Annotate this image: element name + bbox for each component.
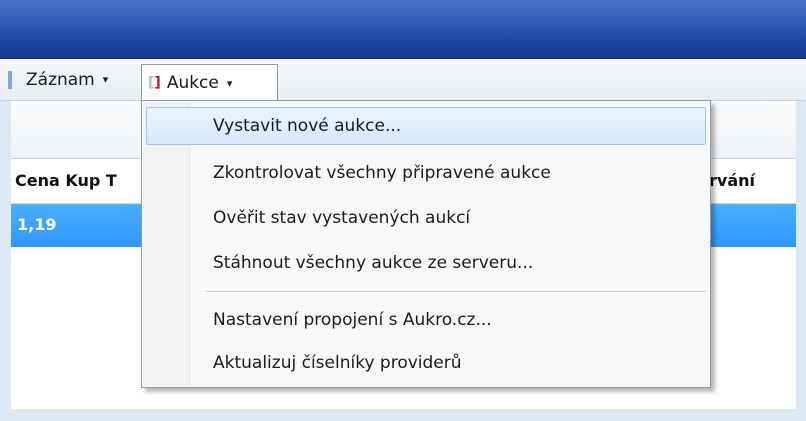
menu-item-stahnout[interactable]: Stáhnout všechny aukce ze serveru... (146, 244, 706, 282)
window-frame-bottom (0, 409, 806, 421)
menu-item-aktualizuj[interactable]: Aktualizuj číselníky providerů (146, 344, 706, 382)
aukce-icon: [] (148, 75, 161, 91)
menu-item-overit[interactable]: Ověřit stav vystavených aukcí (146, 199, 706, 237)
column-header-cena[interactable]: Cena Kup T (15, 171, 117, 190)
menu-separator (206, 291, 706, 293)
column-header-trvani[interactable]: rvání (709, 171, 755, 190)
menu-bar: Záznam ▾ (0, 59, 806, 101)
chevron-down-icon: ▾ (226, 76, 233, 90)
menu-aukce-label: Aukce (166, 73, 219, 93)
menu-zaznam[interactable]: Záznam ▾ (20, 63, 114, 96)
menu-item-nastaveni[interactable]: Nastavení propojení s Aukro.cz... (146, 301, 706, 339)
title-bar (0, 0, 806, 59)
menu-zaznam-label: Záznam (26, 69, 95, 90)
aukce-dropdown-menu: Vystavit nové aukce... Zkontrolovat všec… (141, 100, 711, 388)
menu-aukce[interactable]: [] Aukce ▾ (141, 64, 278, 101)
menu-item-zkontrolovat[interactable]: Zkontrolovat všechny připravené aukce (146, 154, 706, 192)
menu-item-vystavit[interactable]: Vystavit nové aukce... (146, 107, 706, 145)
chevron-down-icon: ▾ (102, 73, 109, 86)
menubar-grip (8, 71, 12, 89)
cell-cena: 1,19 (17, 215, 57, 234)
